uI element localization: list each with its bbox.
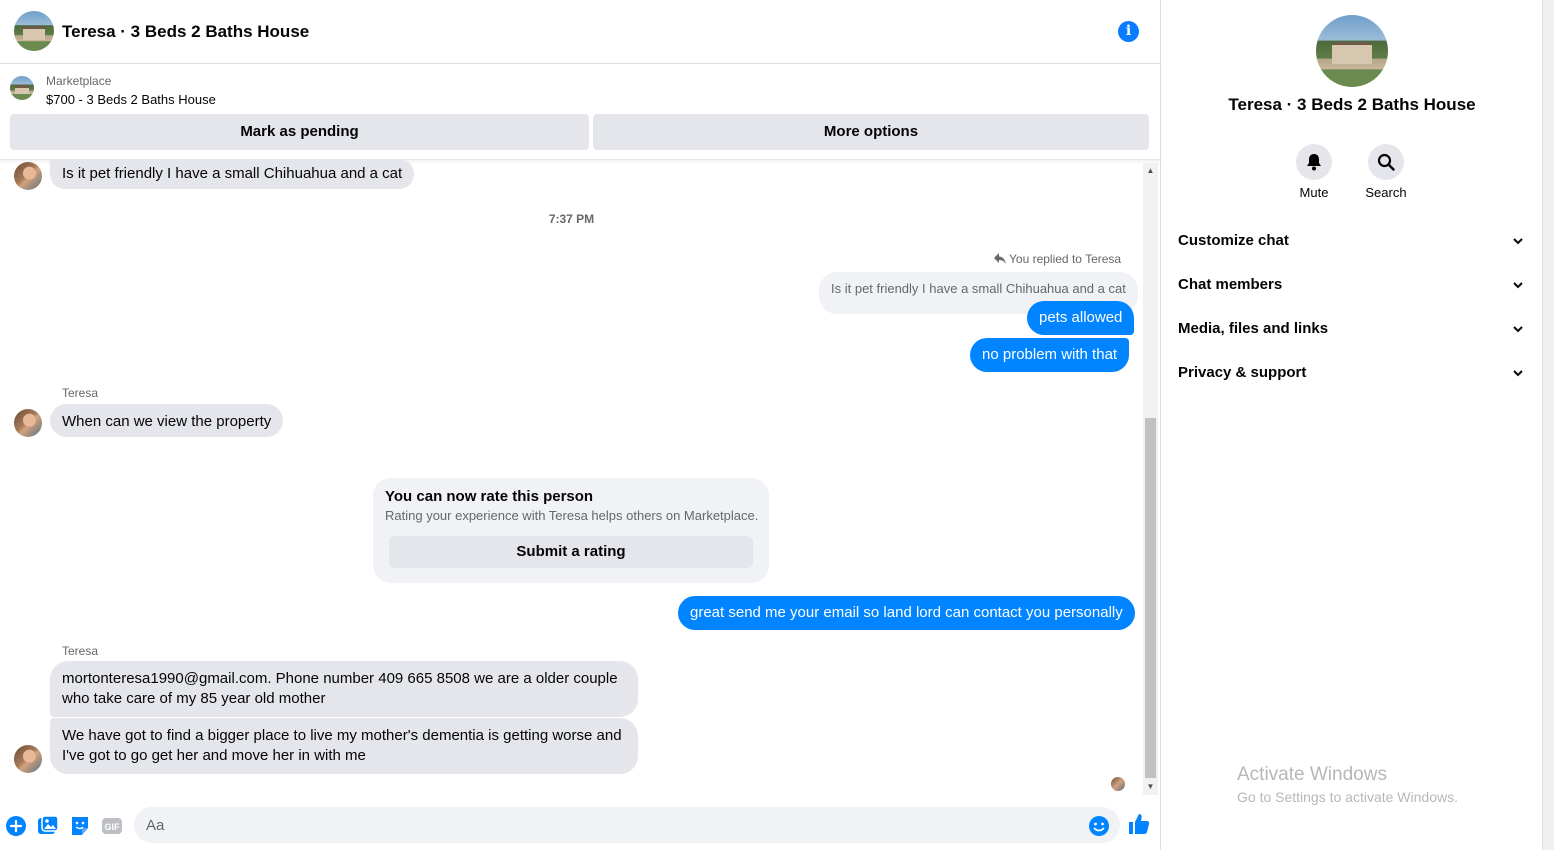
listing-avatar[interactable] xyxy=(14,11,54,51)
watermark-subtitle: Go to Settings to activate Windows. xyxy=(1237,789,1458,805)
marketplace-label: Marketplace xyxy=(46,74,112,88)
reply-icon xyxy=(994,253,1006,264)
listing-thumbnail[interactable] xyxy=(10,76,34,100)
info-icon[interactable]: i xyxy=(1118,21,1139,42)
plus-icon[interactable] xyxy=(5,815,27,837)
scroll-down-arrow-icon[interactable]: ▼ xyxy=(1143,779,1158,794)
menu-label: Media, files and links xyxy=(1178,320,1329,337)
message-incoming[interactable]: We have got to find a bigger place to li… xyxy=(50,718,638,774)
rate-subtitle: Rating your experience with Teresa helps… xyxy=(385,508,759,523)
teresa-avatar[interactable] xyxy=(14,409,42,437)
submit-rating-button[interactable]: Submit a rating xyxy=(389,536,753,568)
message-timestamp: 7:37 PM xyxy=(548,212,595,226)
menu-customize-chat[interactable]: Customize chat xyxy=(1178,226,1526,256)
scrollbar-thumb[interactable] xyxy=(1145,418,1156,778)
menu-label: Chat members xyxy=(1178,276,1283,293)
menu-privacy-support[interactable]: Privacy & support xyxy=(1178,358,1526,388)
teresa-avatar[interactable] xyxy=(14,162,42,190)
sender-name: Teresa xyxy=(62,386,99,400)
teresa-avatar[interactable] xyxy=(14,745,42,773)
menu-label: Customize chat xyxy=(1178,232,1289,249)
mute-circle[interactable] xyxy=(1296,144,1332,180)
search-label: Search xyxy=(1365,185,1407,200)
chevron-down-icon xyxy=(1513,282,1523,289)
side-title: Teresa · 3 Beds 2 Baths House xyxy=(1228,95,1476,114)
like-icon[interactable] xyxy=(1127,812,1151,836)
chevron-down-icon xyxy=(1513,326,1523,333)
scroll-up-arrow-icon[interactable]: ▲ xyxy=(1143,163,1158,178)
listing-profile-photo[interactable] xyxy=(1316,15,1388,87)
menu-chat-members[interactable]: Chat members xyxy=(1178,270,1526,300)
search-icon xyxy=(1377,153,1395,171)
menu-media-files-links[interactable]: Media, files and links xyxy=(1178,314,1526,344)
composer: GIF xyxy=(0,800,1161,850)
photo-icon[interactable] xyxy=(37,815,59,837)
mute-label: Mute xyxy=(1299,185,1329,200)
chevron-down-icon xyxy=(1513,238,1523,245)
message-incoming[interactable]: mortonteresa1990@gmail.com. Phone number… xyxy=(50,661,638,717)
message-outgoing[interactable]: great send me your email so land lord ca… xyxy=(678,596,1135,630)
search-button[interactable]: Search xyxy=(1356,144,1416,200)
search-circle[interactable] xyxy=(1368,144,1404,180)
chevron-down-icon xyxy=(1513,370,1523,377)
conversation-info-pane: Teresa · 3 Beds 2 Baths House Mute Searc… xyxy=(1162,0,1542,850)
replied-note: You replied to Teresa xyxy=(994,252,1121,266)
watermark-title: Activate Windows xyxy=(1237,764,1387,785)
mute-button[interactable]: Mute xyxy=(1284,144,1344,200)
mark-as-pending-button[interactable]: Mark as pending xyxy=(10,114,589,150)
emoji-icon[interactable] xyxy=(1088,815,1110,837)
message-input[interactable] xyxy=(134,807,1120,843)
window-edge xyxy=(1542,0,1554,850)
sender-name: Teresa xyxy=(62,644,99,658)
menu-label: Privacy & support xyxy=(1178,364,1307,381)
chat-title[interactable]: Teresa · 3 Beds 2 Baths House xyxy=(62,22,309,42)
message-outgoing[interactable]: no problem with that xyxy=(970,338,1130,372)
chat-pane: Teresa · 3 Beds 2 Baths House i Marketpl… xyxy=(0,0,1161,850)
message-outgoing[interactable]: pets allowed xyxy=(1027,301,1135,335)
marketplace-bar: Marketplace $700 - 3 Beds 2 Baths House … xyxy=(0,64,1161,160)
message-incoming[interactable]: When can we view the property xyxy=(50,404,284,437)
svg-text:GIF: GIF xyxy=(105,822,121,832)
chat-header: Teresa · 3 Beds 2 Baths House i xyxy=(0,0,1161,64)
rate-person-card: You can now rate this person Rating your… xyxy=(373,478,769,583)
message-incoming[interactable]: Is it pet friendly I have a small Chihua… xyxy=(50,159,415,189)
read-receipt-avatar xyxy=(1111,777,1125,791)
gif-icon[interactable]: GIF xyxy=(101,815,123,837)
rate-title: You can now rate this person xyxy=(385,488,594,505)
more-options-button[interactable]: More options xyxy=(593,114,1149,150)
sticker-icon[interactable] xyxy=(69,815,91,837)
bell-icon xyxy=(1307,154,1321,171)
replied-note-text: You replied to Teresa xyxy=(1009,252,1122,266)
listing-title[interactable]: $700 - 3 Beds 2 Baths House xyxy=(46,92,216,107)
windows-activation-watermark: Activate Windows Go to Settings to activ… xyxy=(1237,764,1458,805)
